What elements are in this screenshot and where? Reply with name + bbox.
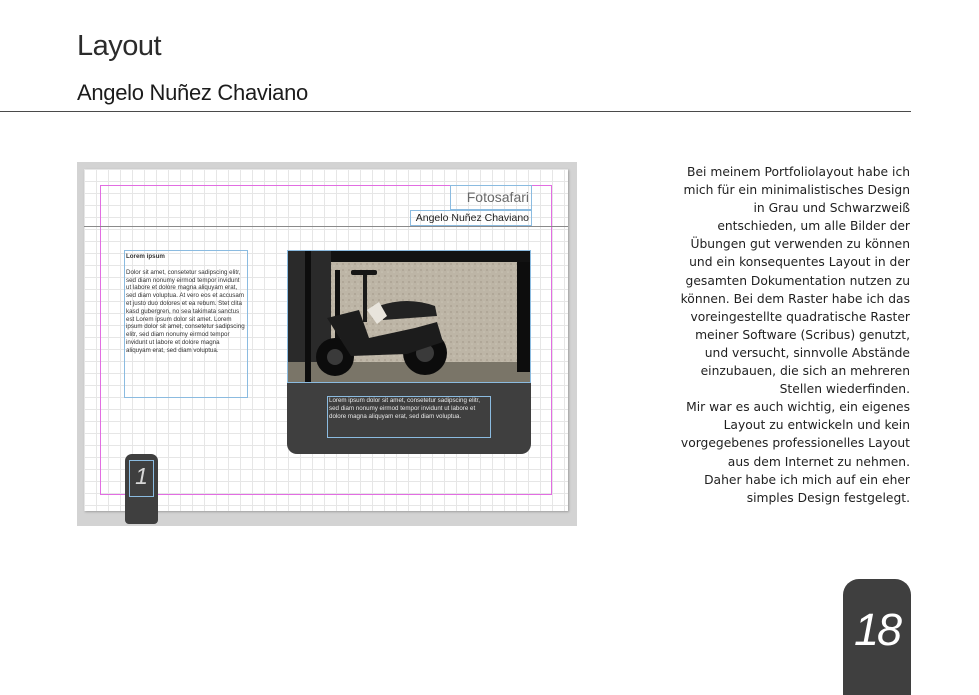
author-name: Angelo Nuñez Chaviano [77,80,308,105]
scooter-photo [287,250,531,383]
description-line: Layout zu entwickeln und kein [723,418,910,433]
description-text: Bei meinem Portfoliolayout habe ich mich… [640,163,910,507]
description-line: mich für ein minimalistisches Design [683,183,910,198]
photo-frame [287,250,531,383]
description-line: meiner Software (Scribus) genutzt, [695,327,910,342]
description-line: in Grau und Schwarzweiß [753,201,911,216]
preview-text-frame: Lorem ipsum Dolor sit amet, consetetur s… [124,250,248,398]
description-line: Mir war es auch wichtig, ein eigenes [686,400,910,415]
description-line: entschieden, um alle Bilder der [717,219,910,234]
description-line: Übungen gut verwenden zu können [690,237,911,252]
preview-title: Fotosafari [450,185,532,210]
description-line: Bei meinem Portfoliolayout habe ich [687,165,910,179]
description-line: Stellen wiederfinden. [779,382,910,397]
page-title: Layout [77,30,162,62]
description-line: einzubauen, die sich an mehreren [700,364,910,379]
description-line: voreingestellte quadratische Raster [690,309,910,324]
preview-text-heading: Lorem ipsum [126,253,165,260]
preview-divider [84,226,568,227]
preview-photo-card: Lorem ipsum dolor sit amet, consetetur s… [287,250,531,454]
description-line: simples Design festgelegt. [746,490,910,505]
preview-page-number: 1 [135,463,148,489]
page-number: 18 [853,604,902,655]
description-line: aus dem Internet zu nehmen. [727,454,910,469]
description-line: gesamten Dokumentation nutzen zu [685,273,910,288]
description-line: Daher habe ich mich auf ein eher [704,472,910,487]
description-line: und versucht, sinnvolle Abstände [704,345,910,360]
description-line: können. Bei dem Raster habe ich das [680,291,910,306]
description-line: und ein konsequentes Layout in der [689,255,910,270]
description-line: vorgegebenes professionelles Layout [680,436,910,451]
preview-text-body: Dolor sit amet, consetetur sadipscing el… [126,268,245,354]
header-divider [0,111,911,112]
preview-caption: Lorem ipsum dolor sit amet, consetetur s… [327,396,491,438]
preview-author: Angelo Nuñez Chaviano [410,210,532,226]
